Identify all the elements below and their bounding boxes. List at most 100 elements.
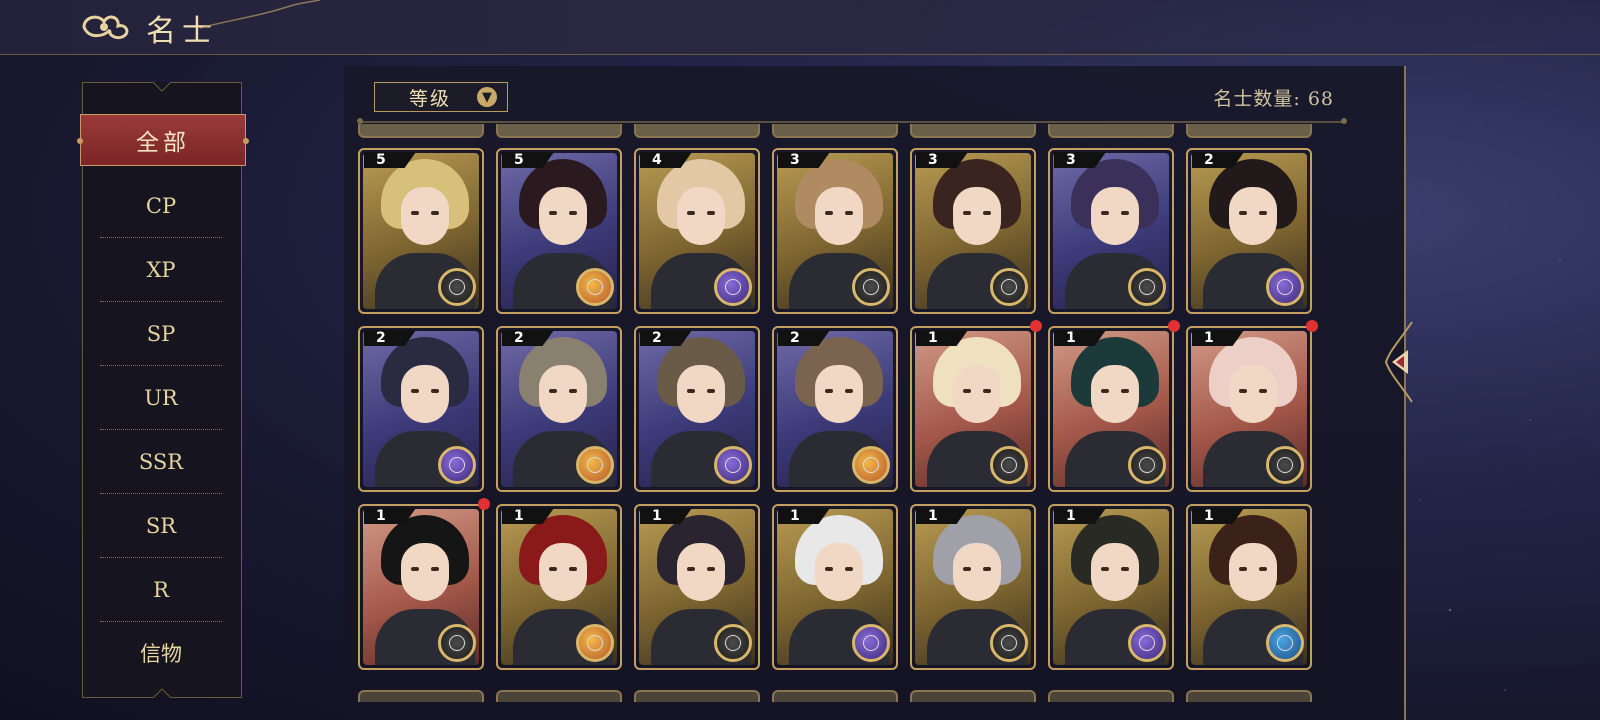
- character-card[interactable]: 2: [1186, 148, 1312, 314]
- character-eye: [825, 389, 833, 393]
- character-card[interactable]: 3: [910, 148, 1036, 314]
- filter-tab-sp[interactable]: SP: [100, 302, 222, 366]
- collapse-arrow-icon[interactable]: [1382, 320, 1416, 404]
- character-eye: [963, 211, 971, 215]
- character-eye: [1121, 567, 1129, 571]
- tab-ornament-left-icon: [77, 138, 83, 144]
- character-eye: [825, 211, 833, 215]
- character-face: [815, 365, 863, 423]
- character-card[interactable]: 1: [358, 504, 484, 670]
- compass-icon: [438, 624, 476, 662]
- filter-tab-ur[interactable]: UR: [100, 366, 222, 430]
- character-card[interactable]: 3: [1048, 148, 1174, 314]
- character-card[interactable]: 1: [910, 326, 1036, 492]
- character-eye: [707, 567, 715, 571]
- sort-dropdown[interactable]: 等级 ▼: [374, 82, 508, 112]
- character-eye: [983, 211, 991, 215]
- character-eye: [1121, 389, 1129, 393]
- character-face: [815, 543, 863, 601]
- character-card[interactable]: 1: [1186, 504, 1312, 670]
- character-card[interactable]: 1: [1048, 326, 1174, 492]
- character-eye: [1259, 567, 1267, 571]
- compass-icon: [1128, 268, 1166, 306]
- planet-icon: [576, 268, 614, 306]
- character-card[interactable]: 2: [496, 326, 622, 492]
- character-eye: [411, 389, 419, 393]
- orb-ring-icon: [1139, 635, 1155, 651]
- compass-icon: [1266, 446, 1304, 484]
- character-face: [401, 543, 449, 601]
- character-eye: [1121, 211, 1129, 215]
- compass-icon: [990, 624, 1028, 662]
- filter-tab-label: CP: [145, 193, 177, 218]
- character-card[interactable]: 5: [358, 148, 484, 314]
- character-face: [677, 365, 725, 423]
- character-eye: [1239, 567, 1247, 571]
- partial-card-top: [634, 124, 760, 138]
- partial-card-top: [910, 124, 1036, 138]
- filter-tab-r[interactable]: R: [100, 558, 222, 622]
- character-face: [1091, 543, 1139, 601]
- character-face: [539, 187, 587, 245]
- filter-tab-all[interactable]: 全部: [77, 114, 249, 166]
- character-eye: [825, 567, 833, 571]
- character-eye: [1101, 211, 1109, 215]
- character-count: 名士数量: 68: [1213, 88, 1334, 110]
- orb-ring-icon: [1139, 279, 1155, 295]
- compass-icon: [990, 268, 1028, 306]
- orb-ring-icon: [863, 279, 879, 295]
- sidebar-bottom-notch-icon: [153, 688, 171, 698]
- character-card[interactable]: 1: [496, 504, 622, 670]
- orb-ring-icon: [725, 457, 741, 473]
- orb-ring-icon: [863, 457, 879, 473]
- character-eye: [1101, 389, 1109, 393]
- filter-tab-label: SSR: [138, 449, 184, 474]
- partial-card-top: [1186, 124, 1312, 138]
- character-card[interactable]: 1: [1048, 504, 1174, 670]
- orb-ring-icon: [587, 279, 603, 295]
- character-eye: [963, 567, 971, 571]
- character-card[interactable]: 1: [910, 504, 1036, 670]
- filter-tab-ssr[interactable]: SSR: [100, 430, 222, 494]
- character-eye: [845, 211, 853, 215]
- character-card[interactable]: 1: [634, 504, 760, 670]
- character-eye: [1239, 211, 1247, 215]
- character-card[interactable]: 2: [772, 326, 898, 492]
- orb-ring-icon: [587, 457, 603, 473]
- character-card[interactable]: 5: [496, 148, 622, 314]
- planet-icon: [852, 446, 890, 484]
- filter-tab-xp[interactable]: XP: [100, 238, 222, 302]
- filter-tab-keepsake[interactable]: 信物: [100, 628, 222, 678]
- character-eye: [707, 389, 715, 393]
- character-card[interactable]: 2: [634, 326, 760, 492]
- character-card[interactable]: 3: [772, 148, 898, 314]
- orb-ring-icon: [449, 635, 465, 651]
- character-eye: [963, 389, 971, 393]
- compass-icon: [990, 446, 1028, 484]
- character-card[interactable]: 2: [358, 326, 484, 492]
- character-eye: [1259, 389, 1267, 393]
- sidebar-top-notch-icon: [153, 82, 171, 92]
- filter-tab-cp[interactable]: CP: [100, 174, 222, 238]
- character-card[interactable]: 1: [1186, 326, 1312, 492]
- cloud-ornament-icon: [82, 15, 129, 40]
- filter-tab-label: 信物: [140, 642, 182, 666]
- character-eye: [569, 389, 577, 393]
- orb-ring-icon: [1001, 457, 1017, 473]
- orb-ring-icon: [449, 279, 465, 295]
- partial-card-top: [1048, 124, 1174, 138]
- character-card[interactable]: 1: [772, 504, 898, 670]
- notification-dot: [1030, 320, 1042, 332]
- character-face: [401, 187, 449, 245]
- character-face: [677, 187, 725, 245]
- divider: [357, 118, 1347, 124]
- planet-icon: [438, 446, 476, 484]
- compass-icon: [852, 268, 890, 306]
- partial-card-top: [496, 124, 622, 138]
- partial-card-bottom: [1186, 690, 1312, 702]
- filter-tab-sr[interactable]: SR: [100, 494, 222, 558]
- character-card[interactable]: 4: [634, 148, 760, 314]
- partial-card-bottom: [772, 690, 898, 702]
- notification-dot: [478, 498, 490, 510]
- filter-tab-label: XP: [146, 257, 176, 282]
